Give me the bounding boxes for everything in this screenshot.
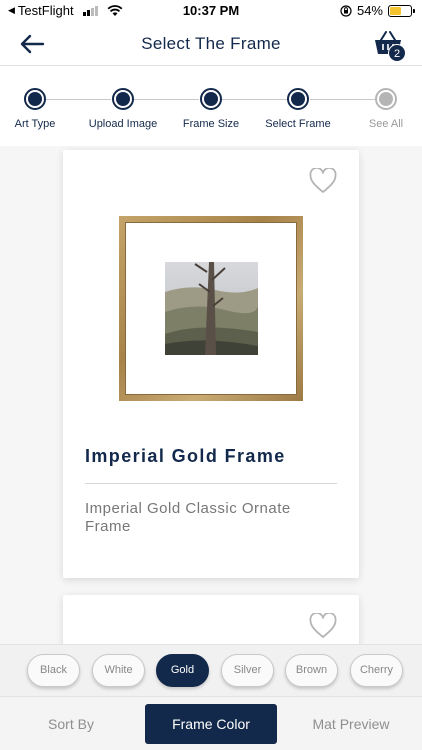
frame-mat <box>125 222 297 395</box>
frame-title: Imperial Gold Frame <box>85 446 286 466</box>
cart-count-badge: 2 <box>388 44 406 62</box>
step-see-all[interactable]: See All <box>336 88 422 130</box>
step-select-frame[interactable]: Select Frame <box>248 88 348 130</box>
tab-frame-color[interactable]: Frame Color <box>145 704 277 744</box>
tab-mat-preview[interactable]: Mat Preview <box>290 704 412 744</box>
color-chip-silver[interactable]: Silver <box>221 654 274 687</box>
step-label: Select Frame <box>265 118 331 130</box>
battery-icon <box>388 4 415 17</box>
step-dot <box>112 88 134 110</box>
frame-preview[interactable] <box>119 216 303 401</box>
cart-button[interactable]: 2 <box>372 28 406 62</box>
status-bar: ◀ TestFlight 10:37 PM 54% <box>0 0 422 22</box>
frame-description: Imperial Gold Classic Ornate Frame <box>85 500 291 535</box>
battery-level <box>390 6 401 15</box>
step-dot <box>375 88 397 110</box>
color-chip-black[interactable]: Black <box>27 654 80 687</box>
status-right: 54% <box>340 3 415 18</box>
step-dot <box>287 88 309 110</box>
step-frame-size[interactable]: Frame Size <box>161 88 261 130</box>
color-chip-brown[interactable]: Brown <box>285 654 338 687</box>
step-upload-image[interactable]: Upload Image <box>73 88 173 130</box>
page-title: Select The Frame <box>141 34 281 53</box>
artwork-photo <box>165 262 258 355</box>
divider <box>85 483 337 484</box>
frame-card[interactable]: Imperial Gold Frame Imperial Gold Classi… <box>63 150 359 578</box>
color-chip-gold[interactable]: Gold <box>156 654 209 687</box>
tab-sort-by[interactable]: Sort By <box>10 704 132 744</box>
step-dot <box>200 88 222 110</box>
progress-stepper: Art Type Upload Image Frame Size Select … <box>0 66 422 146</box>
battery-percent: 54% <box>356 3 383 18</box>
step-dot <box>24 88 46 110</box>
bottom-tab-bar: Sort By Frame Color Mat Preview <box>0 696 422 750</box>
step-label: Upload Image <box>88 118 158 130</box>
orientation-lock-icon <box>340 4 352 17</box>
color-chip-white[interactable]: White <box>92 654 145 687</box>
step-label: See All <box>368 118 404 130</box>
header: Select The Frame 2 <box>0 22 422 66</box>
heart-icon[interactable] <box>309 168 337 194</box>
step-label: Frame Size <box>182 118 240 130</box>
color-chip-cherry[interactable]: Cherry <box>350 654 403 687</box>
frame-color-filter-bar: Black White Gold Silver Brown Cherry <box>0 644 422 696</box>
heart-icon[interactable] <box>309 613 337 639</box>
